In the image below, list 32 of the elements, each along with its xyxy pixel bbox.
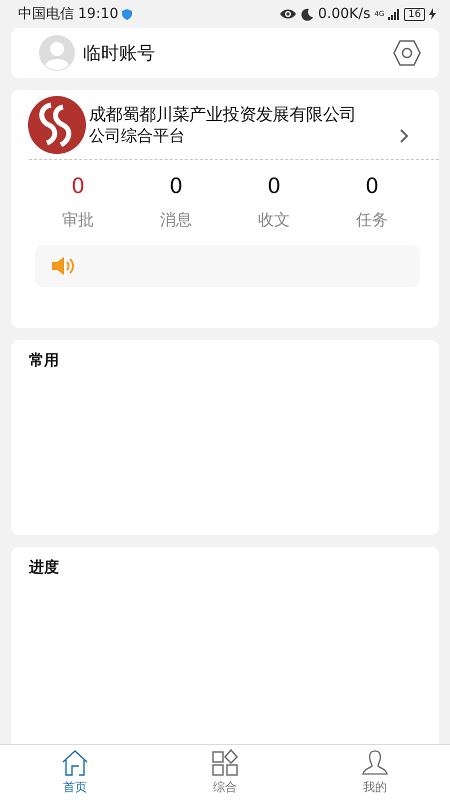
chevron-right-icon[interactable] [400,129,409,143]
stat-count[interactable]: 0 [71,174,85,198]
clock-time: 19:10 [78,6,118,22]
stat-label[interactable]: 收文 [258,210,290,231]
charging-icon [429,8,436,20]
section-title: 进度 [29,558,59,576]
stat-label[interactable]: 任务 [356,210,388,231]
speaker-icon [51,256,77,276]
grid-icon [210,749,240,777]
stat-label[interactable]: 消息 [160,210,192,231]
nav-tab[interactable]: 综合 [150,745,300,800]
shield-icon [122,8,132,20]
platform-subtitle: 公司综合平台 [89,126,185,146]
eye-icon [279,8,297,20]
company-name: 成都蜀都川菜产业投资发展有限公司 [89,104,358,126]
stat-label[interactable]: 审批 [62,210,94,231]
battery-level: 16 [404,8,425,20]
stat-count[interactable]: 0 [169,174,183,198]
carrier-name: 中国电信 [18,5,74,23]
signal-icon [388,8,400,20]
network-speed: 0.00K/s [318,6,370,22]
nav-tab[interactable]: 首页 [0,745,150,800]
nav-tab[interactable]: 我的 [300,745,450,800]
moon-icon [301,8,314,20]
company-logo-icon [27,94,87,154]
settings-icon[interactable] [393,40,421,66]
person-icon [360,749,390,777]
home-icon [60,749,90,777]
stat-count[interactable]: 0 [267,174,281,198]
section-title: 常用 [29,351,59,369]
stat-count[interactable]: 0 [365,174,379,198]
account-name: 临时账号 [83,42,156,65]
